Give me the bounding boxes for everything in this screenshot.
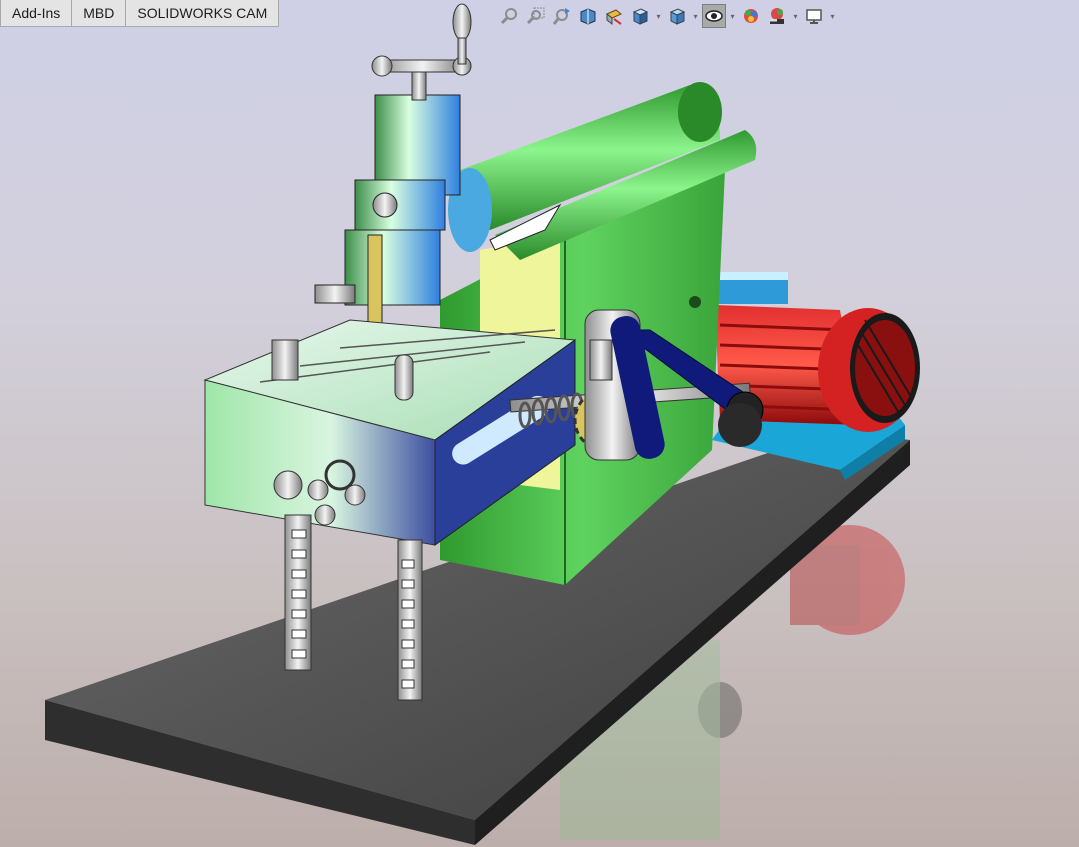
command-manager-tabs: Add-Ins MBD SOLIDWORKS CAM: [0, 0, 280, 27]
display-style-dropdown[interactable]: ▾: [691, 4, 700, 28]
apply-scene-icon: [770, 8, 784, 24]
dynamic-annotation-views-button[interactable]: [602, 4, 626, 28]
view-orientation-button[interactable]: [628, 4, 652, 28]
apply-scene-button[interactable]: [765, 4, 789, 28]
hide-show-items-dropdown[interactable]: ▾: [728, 4, 737, 28]
view-orientation-dropdown[interactable]: ▾: [654, 4, 663, 28]
feed-handle[interactable]: [371, 3, 472, 101]
heads-up-view-toolbar: ▾ ▾ ▾ ▾ ▾: [498, 3, 837, 29]
view-settings-dropdown[interactable]: ▾: [828, 4, 837, 28]
view-settings-button[interactable]: [802, 4, 826, 28]
tool-head[interactable]: [314, 94, 461, 336]
graphics-viewport[interactable]: [0, 0, 1079, 847]
tab-add-ins[interactable]: Add-Ins: [0, 0, 73, 27]
display-style-icon: [669, 8, 686, 25]
view-settings-icon: [806, 9, 822, 24]
display-style-button[interactable]: [665, 4, 689, 28]
zoom-to-area-button[interactable]: [524, 4, 548, 28]
zoom-to-fit-button[interactable]: [498, 4, 522, 28]
zoom-to-fit-icon: [500, 8, 517, 25]
previous-view-button[interactable]: [550, 4, 574, 28]
apply-scene-dropdown[interactable]: ▾: [791, 4, 800, 28]
edit-appearance-icon: [744, 9, 758, 23]
hide-show-items-icon: [705, 10, 723, 22]
view-orientation-icon: [632, 8, 649, 25]
dynamic-annotation-views-icon: [606, 9, 622, 26]
section-view-icon: [580, 8, 596, 25]
edit-appearance-button[interactable]: [739, 4, 763, 28]
tab-mbd[interactable]: MBD: [71, 0, 127, 27]
previous-view-icon: [552, 8, 570, 25]
tab-solidworks-cam[interactable]: SOLIDWORKS CAM: [125, 0, 280, 27]
zoom-to-area-icon: [526, 7, 545, 25]
section-view-button[interactable]: [576, 4, 600, 28]
hide-show-items-button[interactable]: [702, 4, 726, 28]
electric-motor[interactable]: [712, 272, 920, 480]
